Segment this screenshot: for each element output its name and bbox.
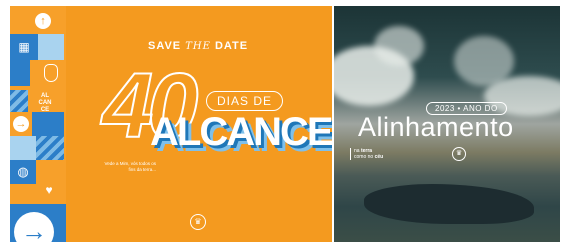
stripe-tile-2 bbox=[36, 136, 64, 160]
arrow-up-tile[interactable]: ↑ bbox=[30, 8, 56, 34]
slogan-text: na terra como no céu bbox=[350, 148, 383, 160]
arrow-right-tile[interactable]: → bbox=[10, 112, 32, 136]
arrow-right-icon: → bbox=[13, 116, 29, 132]
lake-shape bbox=[364, 184, 534, 224]
blue-tile-2 bbox=[10, 60, 30, 86]
alinhamento-title: Alinhamento bbox=[358, 112, 514, 142]
crown-icon: ♛ bbox=[452, 147, 466, 161]
blue-tile-3 bbox=[32, 112, 64, 136]
stripe-tile bbox=[10, 90, 28, 112]
the-word: THE bbox=[185, 41, 211, 52]
light-tile-2 bbox=[10, 136, 36, 160]
verse-text: Vede a Mim, vós todos os fins da terra..… bbox=[104, 161, 156, 172]
sidebar: ↑ ▦ AL CAN CE → ◍ ♥ → bbox=[10, 6, 66, 242]
globe-tile: ◍ bbox=[10, 160, 36, 184]
sidebar-word: AL CAN CE bbox=[38, 93, 52, 113]
save-the-date-heading: SAVE THE DATE bbox=[148, 40, 248, 52]
alinhamento-card[interactable]: 2023 • ANO DO Alinhamento na terra como … bbox=[334, 6, 560, 242]
heart-icon: ♥ bbox=[45, 183, 53, 197]
alcance-title: ALCANCE bbox=[150, 110, 332, 154]
heart-tile: ♥ bbox=[36, 178, 62, 202]
shield-icon bbox=[44, 64, 58, 82]
save-word: SAVE bbox=[148, 40, 182, 52]
slogan-line2-bold: céu bbox=[374, 154, 384, 160]
grid-icon: ▦ bbox=[18, 40, 30, 54]
date-word: DATE bbox=[214, 40, 249, 52]
cloud-shape bbox=[374, 26, 424, 66]
grid-tile: ▦ bbox=[10, 34, 38, 60]
arrow-up-icon: ↑ bbox=[35, 13, 51, 29]
globe-icon: ◍ bbox=[17, 164, 29, 179]
crown-icon: ♛ bbox=[190, 214, 206, 230]
slogan-line2-pre: como no bbox=[354, 154, 375, 160]
shield-tile bbox=[38, 60, 64, 86]
light-tile bbox=[38, 34, 64, 60]
alcance-card[interactable]: ↑ ▦ AL CAN CE → ◍ ♥ → SAVE THE DATE 40 D… bbox=[10, 6, 332, 242]
dias-de-pill: DIAS DE bbox=[206, 91, 284, 111]
